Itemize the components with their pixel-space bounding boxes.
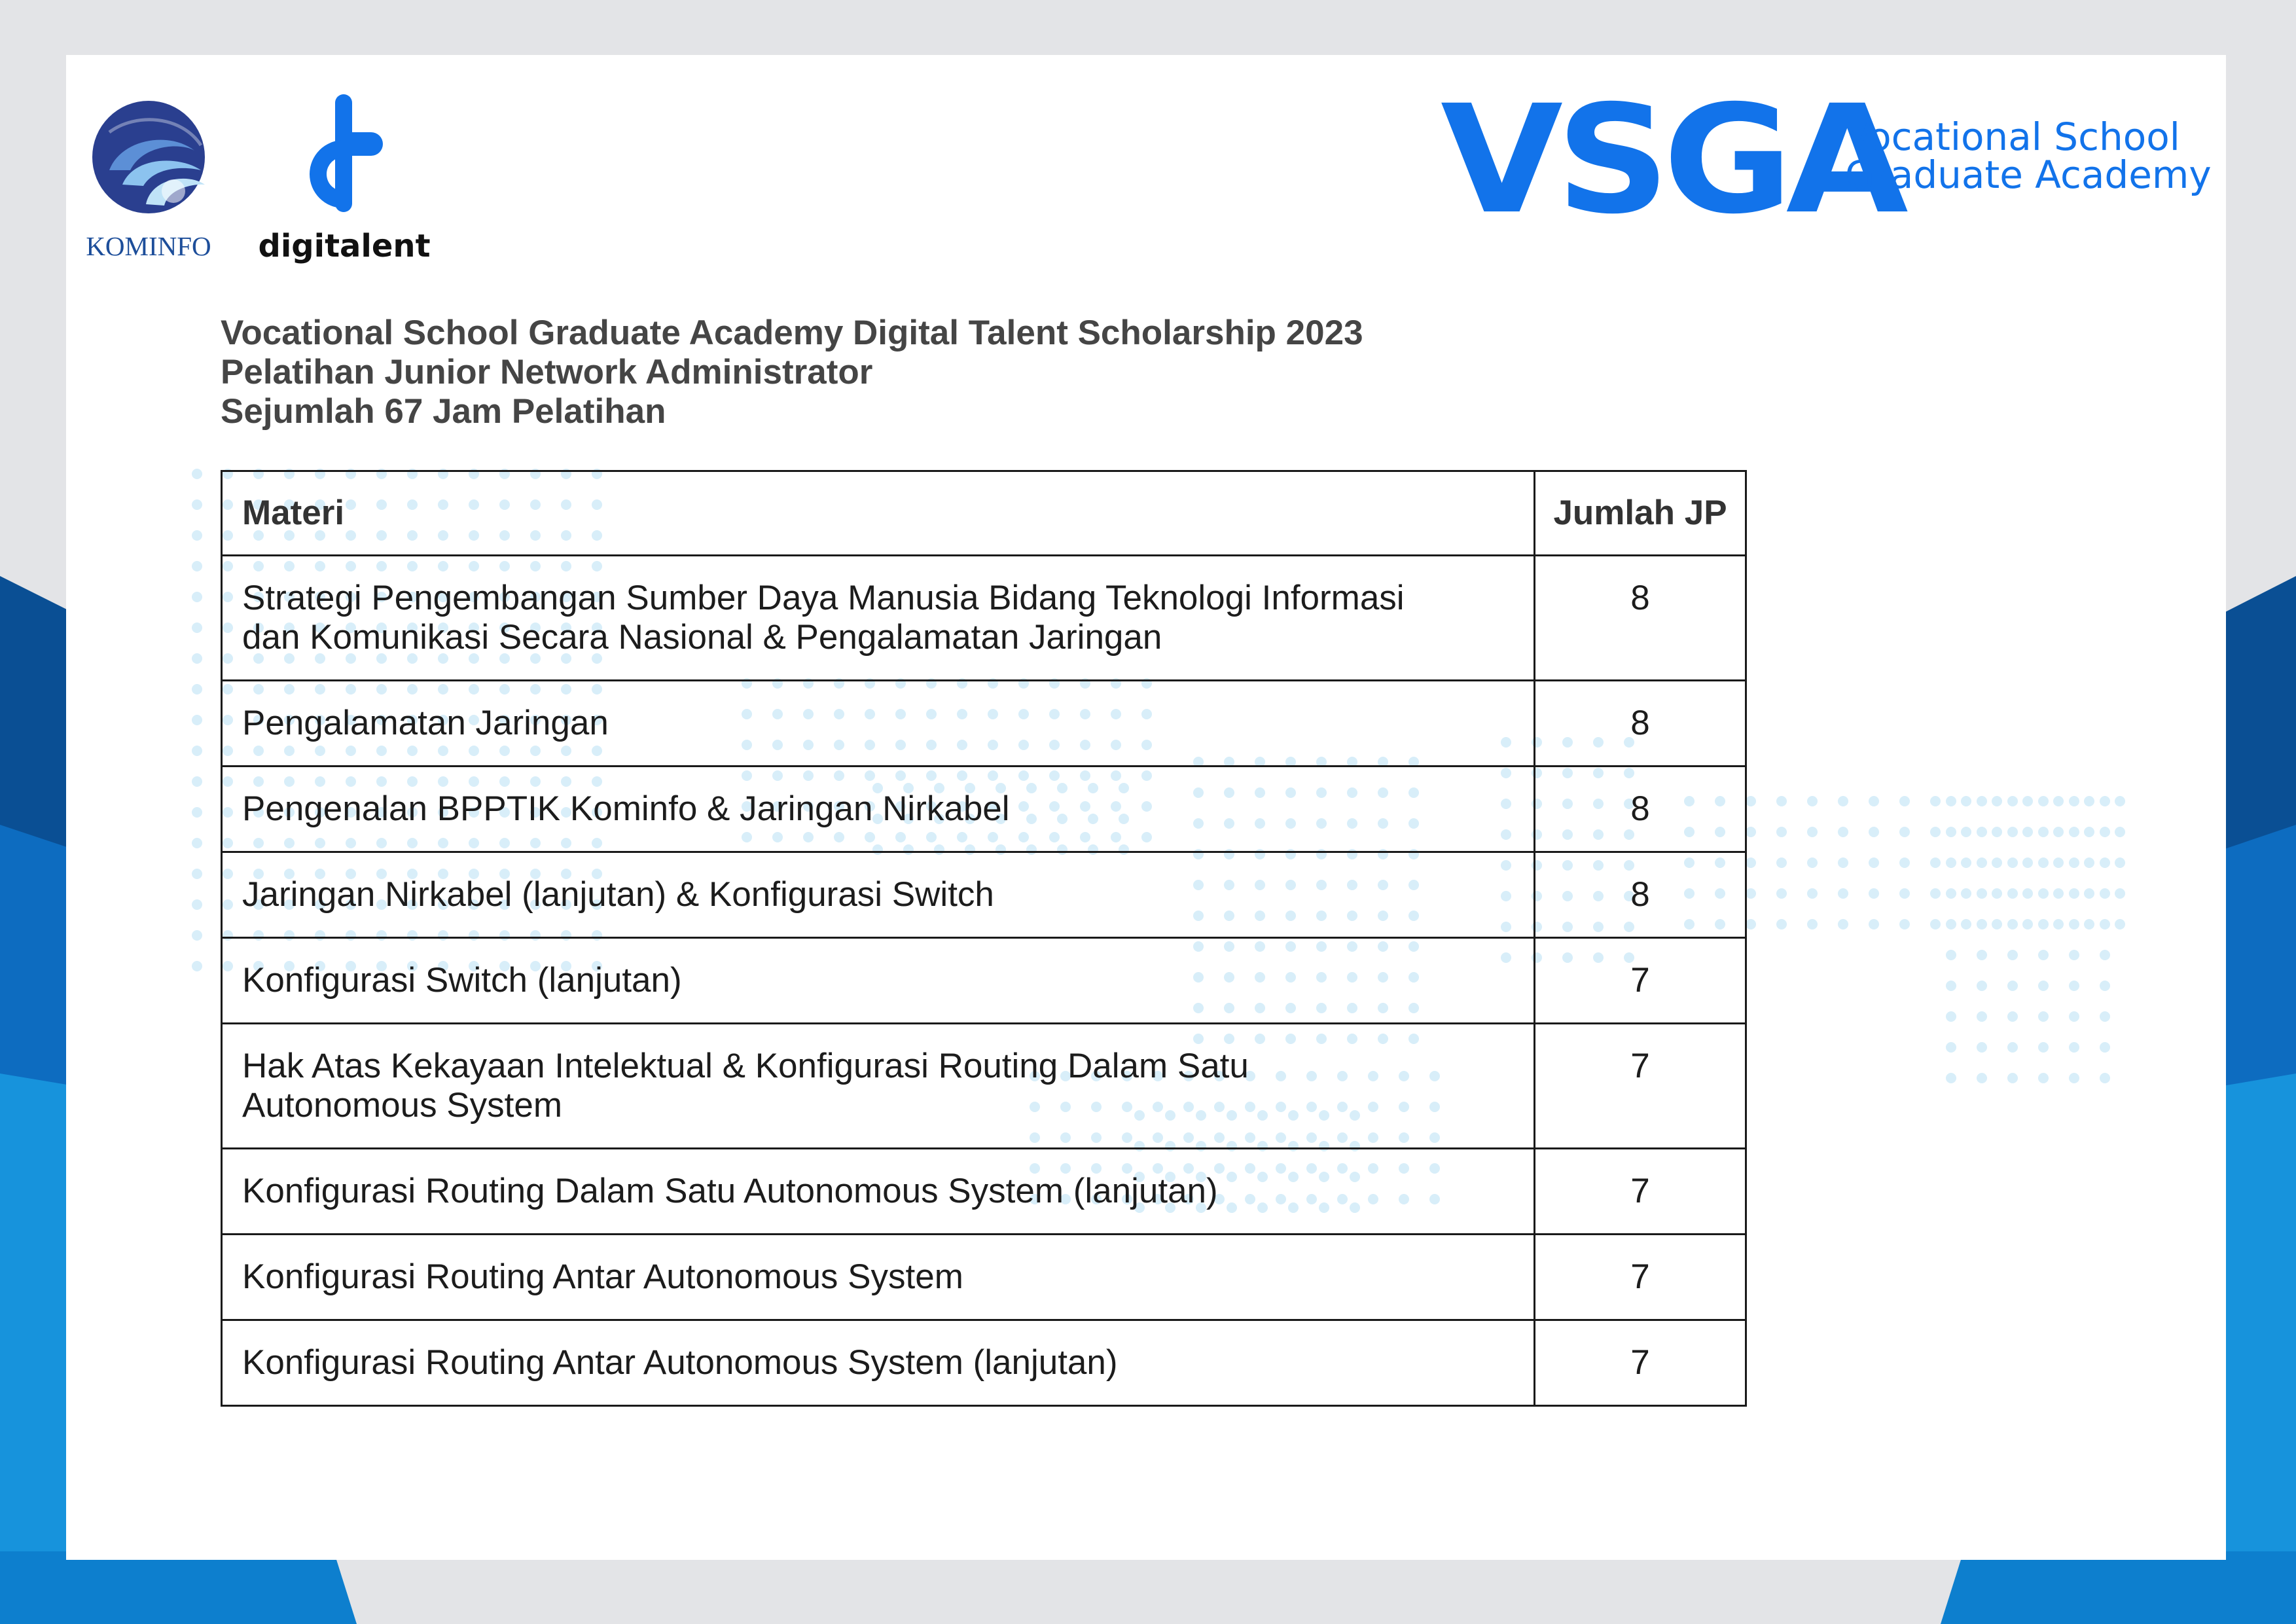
table-row: Pengenalan BPPTIK Kominfo & Jaringan Nir…: [221, 765, 1747, 853]
table-row: Konfigurasi Routing Dalam Satu Autonomou…: [221, 1147, 1747, 1235]
heading-training-name: Pelatihan Junior Network Administrator: [221, 353, 873, 391]
table-row: Konfigurasi Switch (lanjutan) 7: [221, 937, 1747, 1024]
jp-cell: 8: [1534, 679, 1747, 767]
jp-cell: 8: [1534, 851, 1747, 939]
digitalent-logo: digitalent: [256, 93, 433, 289]
materi-cell: Hak Atas Kekayaan Intelektual & Konfigur…: [221, 1022, 1535, 1149]
column-header-materi: Materi: [221, 470, 1535, 556]
kominfo-label: KOMINFO: [86, 231, 211, 261]
document-heading: Vocational School Graduate Academy Digit…: [221, 314, 1363, 431]
jp-cell: 7: [1534, 1233, 1747, 1321]
table-header-row: Materi Jumlah JP: [221, 470, 1747, 556]
materi-cell: Pengalamatan Jaringan: [221, 679, 1535, 767]
materi-text-cont: Autonomous System: [242, 1086, 563, 1125]
materi-table: Materi Jumlah JP Strategi Pengembangan S…: [221, 470, 1747, 1407]
materi-cell: Konfigurasi Switch (lanjutan): [221, 937, 1535, 1024]
table-row: Pengalamatan Jaringan 8: [221, 679, 1747, 767]
materi-cell: Konfigurasi Routing Dalam Satu Autonomou…: [221, 1147, 1535, 1235]
heading-program-title: Vocational School Graduate Academy Digit…: [221, 314, 1363, 352]
materi-cell: Strategi Pengembangan Sumber Daya Manusi…: [221, 554, 1535, 681]
materi-text: Hak Atas Kekayaan Intelektual & Konfigur…: [242, 1047, 1249, 1085]
kominfo-logo: KOMINFO: [83, 93, 214, 283]
table-row: Strategi Pengembangan Sumber Daya Manusi…: [221, 554, 1747, 681]
materi-cell: Konfigurasi Routing Antar Autonomous Sys…: [221, 1233, 1535, 1321]
table-row: Konfigurasi Routing Antar Autonomous Sys…: [221, 1319, 1747, 1407]
heading-total-hours: Sejumlah 67 Jam Pelatihan: [221, 392, 666, 431]
vsga-line-2: Graduate Academy: [1845, 153, 2212, 197]
column-header-jp: Jumlah JP: [1534, 470, 1747, 556]
digitalent-label: digitalent: [258, 228, 431, 264]
digitalent-emblem-icon: [310, 94, 383, 212]
table-row: Hak Atas Kekayaan Intelektual & Konfigur…: [221, 1022, 1747, 1149]
vsga-logo-text: Vocational School Graduate Academy: [1845, 118, 2212, 194]
jp-cell: 8: [1534, 765, 1747, 853]
materi-text-cont: dan Komunikasi Secara Nasional & Pengala…: [242, 618, 1162, 657]
vsga-logo-mark: VSGA: [1441, 73, 1909, 247]
materi-cell: Konfigurasi Routing Antar Autonomous Sys…: [221, 1319, 1535, 1407]
jp-cell: 7: [1534, 1022, 1747, 1149]
jp-cell: 7: [1534, 937, 1747, 1024]
jp-cell: 8: [1534, 554, 1747, 681]
jp-cell: 7: [1534, 1319, 1747, 1407]
jp-cell: 7: [1534, 1147, 1747, 1235]
table-row: Konfigurasi Routing Antar Autonomous Sys…: [221, 1233, 1747, 1321]
kominfo-emblem-icon: [92, 101, 205, 213]
table-row: Jaringan Nirkabel (lanjutan) & Konfigura…: [221, 851, 1747, 939]
materi-cell: Pengenalan BPPTIK Kominfo & Jaringan Nir…: [221, 765, 1535, 853]
vsga-line-1: Vocational School: [1845, 115, 2180, 159]
materi-text: Strategi Pengembangan Sumber Daya Manusi…: [242, 579, 1405, 617]
materi-cell: Jaringan Nirkabel (lanjutan) & Konfigura…: [221, 851, 1535, 939]
certificate-page: KOMINFO digitalent VSGA Vocational Schoo…: [66, 55, 2226, 1560]
